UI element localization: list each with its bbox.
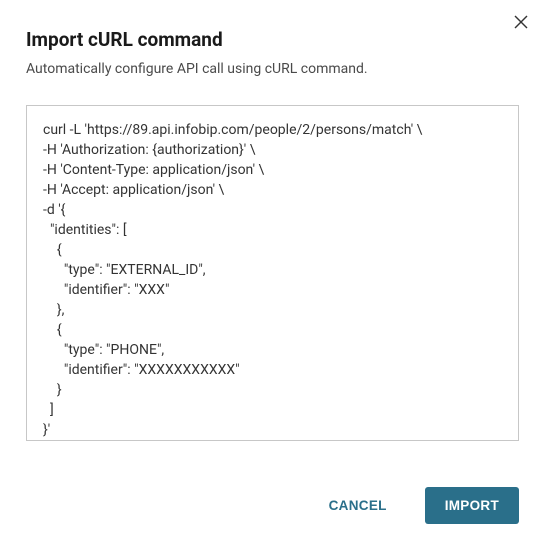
close-icon bbox=[513, 14, 529, 30]
dialog-footer: CANCEL IMPORT bbox=[309, 487, 519, 524]
dialog-subtitle: Automatically configure API call using c… bbox=[26, 61, 519, 77]
dialog-content: Import cURL command Automatically config… bbox=[0, 0, 545, 445]
import-button[interactable]: IMPORT bbox=[425, 487, 519, 524]
close-button[interactable] bbox=[511, 12, 531, 32]
curl-input[interactable] bbox=[26, 105, 519, 441]
dialog-title: Import cURL command bbox=[26, 28, 519, 51]
cancel-button[interactable]: CANCEL bbox=[309, 487, 407, 524]
